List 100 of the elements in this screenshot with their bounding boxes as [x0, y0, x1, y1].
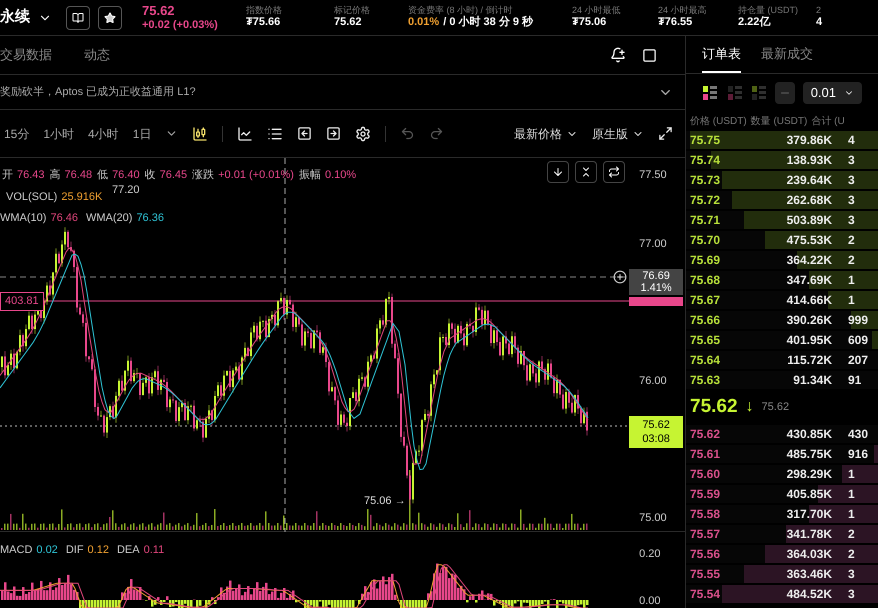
- section-tab[interactable]: 交易数据: [0, 36, 52, 74]
- order-price: 75.70: [689, 232, 722, 249]
- order-total: 3: [847, 152, 855, 169]
- order-price: 75.59: [689, 486, 722, 503]
- tick-size-dropdown[interactable]: 0.01: [802, 82, 862, 104]
- order-price: 75.65: [689, 332, 722, 349]
- last-price: 75.62: [142, 2, 176, 19]
- stat-value: 2.22亿: [738, 16, 772, 30]
- ohlc-value: +0.01 (+0.01%): [218, 168, 294, 183]
- volume-label: VOL(SOL): [6, 190, 58, 205]
- ohlc-label: 高: [50, 168, 61, 183]
- ohlc-label: 涨跌: [192, 168, 214, 183]
- order-price: 75.55: [689, 566, 722, 583]
- mark-price: 75.62: [762, 400, 790, 415]
- price-marker: [629, 297, 684, 306]
- order-book-tab[interactable]: 订单表: [702, 44, 741, 73]
- order-quantity: 239.64K: [786, 172, 832, 189]
- news-headline[interactable]: 奖励砍半，Aptos 已成为正收益通用 L1?: [0, 84, 196, 100]
- order-total: 999: [847, 312, 868, 329]
- order-price: 75.61: [689, 446, 722, 463]
- current-price-tag: 75.62 03:08: [629, 416, 684, 448]
- order-total: 609: [847, 332, 868, 349]
- order-book-tab[interactable]: 最新成交: [761, 44, 813, 73]
- section-tab[interactable]: 动态: [84, 36, 110, 74]
- order-total: 3: [847, 212, 855, 229]
- order-quantity: 503.89K: [786, 212, 832, 229]
- price-axis-label: 77.50: [639, 168, 667, 183]
- stat-value: ₮75.06: [572, 16, 608, 30]
- order-quantity: 317.70K: [786, 506, 832, 523]
- order-quantity: 379.86K: [786, 132, 832, 149]
- order-price: 75.57: [689, 526, 722, 543]
- interval-option[interactable]: 1日: [132, 124, 152, 142]
- book-button[interactable]: [66, 6, 90, 30]
- column-header: 数量 (USDT): [750, 114, 808, 128]
- price-axis-label: 75.00: [639, 511, 667, 526]
- order-quantity: 414.66K: [786, 292, 832, 309]
- order-total: 2: [847, 526, 855, 543]
- order-total: 3: [847, 172, 855, 189]
- interval-option[interactable]: 15分: [4, 124, 30, 142]
- stat-value: 4: [816, 16, 824, 30]
- order-total: 1: [847, 506, 855, 523]
- order-price: 75.54: [689, 586, 722, 603]
- stat-label: 24 小时最低: [572, 5, 622, 16]
- order-price: 75.72: [689, 192, 722, 209]
- stat-label: 持仓量 (USDT): [738, 5, 799, 16]
- add-icon[interactable]: [613, 270, 628, 284]
- fullscreen-icon[interactable]: [658, 126, 673, 141]
- alert-bell-icon[interactable]: [610, 47, 626, 63]
- undo-icon[interactable]: [400, 126, 416, 141]
- wma-label: WMA(20): [86, 211, 132, 226]
- arrow-down-icon: [552, 166, 564, 178]
- reset-button[interactable]: [603, 161, 626, 183]
- scroll-down-button[interactable]: [547, 161, 570, 183]
- macd-label: DEA: [116, 543, 140, 558]
- order-quantity: 363.46K: [786, 566, 832, 583]
- order-quantity: 262.68K: [786, 192, 832, 209]
- wma-value: 76.46: [50, 211, 78, 226]
- star-icon: [104, 12, 116, 24]
- candlestick-icon[interactable]: [192, 126, 208, 142]
- order-price: 75.63: [689, 372, 722, 389]
- price-source-dropdown[interactable]: 最新价格: [514, 124, 578, 142]
- interval-option[interactable]: 4小时: [88, 124, 119, 142]
- interval-option[interactable]: 1小时: [43, 124, 74, 142]
- order-price: 75.67: [689, 292, 722, 309]
- order-total: 1: [847, 466, 855, 483]
- favorite-button[interactable]: [98, 6, 122, 30]
- price-axis-label: 77.00: [639, 237, 667, 252]
- order-price: 75.69: [689, 252, 722, 269]
- order-total: 3: [847, 586, 855, 603]
- mid-price: 75.62: [690, 394, 738, 419]
- order-total: 2: [847, 546, 855, 563]
- order-total: 916: [847, 446, 868, 463]
- order-total: 2: [847, 232, 855, 249]
- down-arrow: ↓: [746, 397, 754, 417]
- order-quantity: 341.78K: [786, 526, 832, 543]
- ohlc-value: 0.10%: [324, 168, 356, 183]
- macd-axis-label: 0.20: [639, 547, 660, 562]
- ohlc-value: 76.48: [64, 168, 92, 183]
- order-total: 1: [847, 272, 855, 289]
- stat-label: 2: [816, 5, 822, 16]
- column-header: 价格 (USDT): [690, 114, 747, 128]
- layout-icon[interactable]: [642, 48, 657, 62]
- indicator-icon[interactable]: [237, 126, 254, 142]
- chart-version-dropdown[interactable]: 原生版: [592, 124, 644, 142]
- order-quantity: 485.75K: [786, 446, 832, 463]
- order-total: 4: [847, 132, 855, 149]
- repeat-icon: [608, 166, 620, 178]
- order-quantity: 347.69K: [786, 272, 832, 289]
- ohlc-value: 76.40: [112, 168, 140, 183]
- left-price-tag: 403.81: [0, 292, 44, 310]
- list-icon[interactable]: [267, 126, 284, 142]
- order-book-view-icon[interactable]: [702, 83, 718, 103]
- settings-icon[interactable]: [355, 126, 372, 142]
- order-quantity: 364.03K: [786, 546, 832, 563]
- redo-icon[interactable]: [429, 126, 444, 141]
- collapse-button[interactable]: [575, 161, 598, 183]
- wma-value: 76.36: [136, 211, 164, 226]
- order-total: 1: [847, 292, 855, 309]
- ohlc-label: 开: [2, 168, 13, 183]
- order-quantity: 390.26K: [786, 312, 832, 329]
